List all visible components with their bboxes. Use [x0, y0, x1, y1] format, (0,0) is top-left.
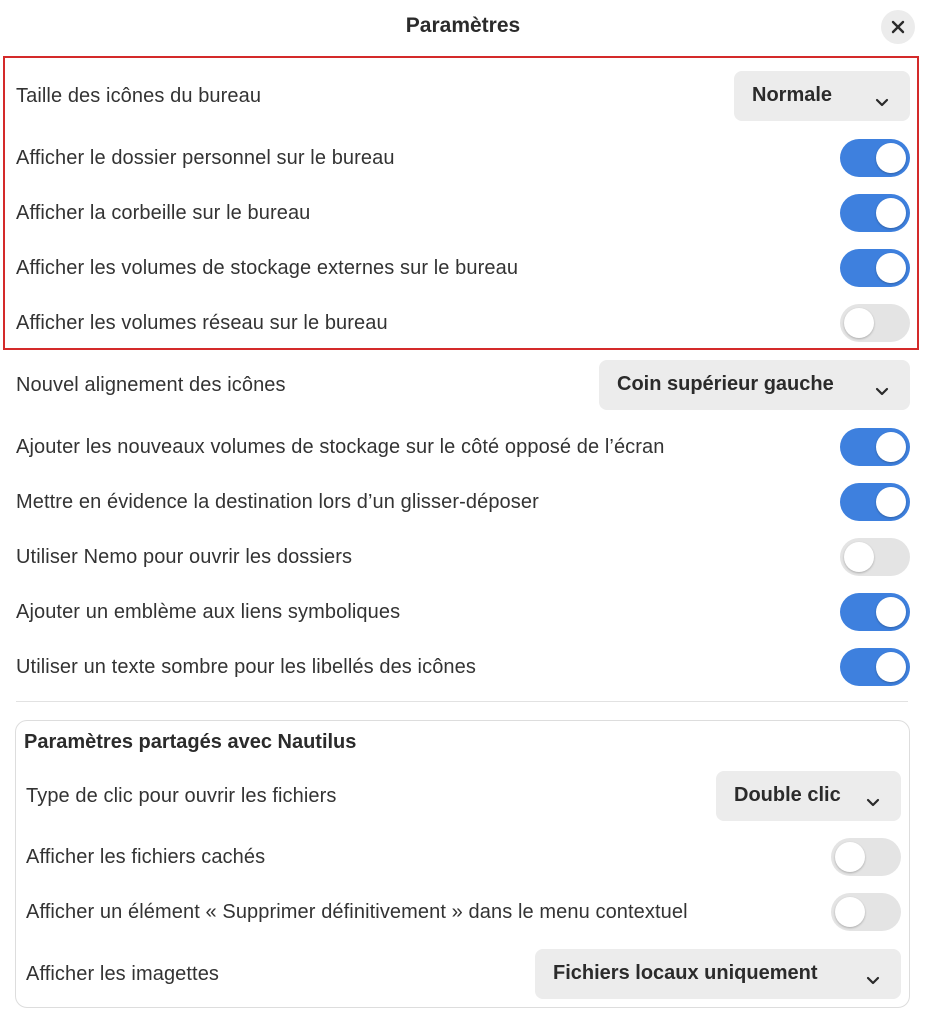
thumbnails-value: Fichiers locaux uniquement [553, 962, 818, 984]
row-show-hidden: Afficher les fichiers cachés [16, 837, 909, 877]
show-external-volumes-toggle[interactable] [840, 249, 910, 287]
row-use-nemo: Utiliser Nemo pour ouvrir les dossiers [0, 537, 926, 577]
toggle-knob [876, 597, 906, 627]
row-symlink-emblem: Ajouter un emblème aux liens symboliques [0, 592, 926, 632]
row-new-icon-alignment: Nouvel alignement des icônes Coin supéri… [0, 359, 926, 411]
show-home-toggle[interactable] [840, 139, 910, 177]
row-show-network-volumes: Afficher les volumes réseau sur le burea… [0, 303, 926, 343]
thumbnails-dropdown[interactable]: Fichiers locaux uniquement [535, 949, 901, 999]
nautilus-settings-group: Paramètres partagés avec Nautilus Type d… [15, 720, 910, 1008]
highlight-drop-label: Mettre en évidence la destination lors d… [16, 491, 539, 513]
row-show-trash: Afficher la corbeille sur le bureau [0, 193, 926, 233]
row-show-delete-permanently: Afficher un élément « Supprimer définiti… [16, 892, 909, 932]
new-icon-alignment-value: Coin supérieur gauche [617, 373, 834, 395]
toggle-knob [844, 542, 874, 572]
dark-text-toggle[interactable] [840, 648, 910, 686]
toggle-knob [876, 253, 906, 283]
row-dark-text: Utiliser un texte sombre pour les libell… [0, 647, 926, 687]
symlink-emblem-label: Ajouter un emblème aux liens symboliques [16, 601, 401, 623]
symlink-emblem-toggle[interactable] [840, 593, 910, 631]
show-network-volumes-toggle[interactable] [840, 304, 910, 342]
icon-size-label: Taille des icônes du bureau [16, 85, 262, 107]
highlight-drop-toggle[interactable] [840, 483, 910, 521]
toggle-knob [876, 143, 906, 173]
show-hidden-label: Afficher les fichiers cachés [26, 846, 266, 868]
toggle-knob [876, 487, 906, 517]
chevron-down-icon [875, 380, 889, 403]
show-external-volumes-label: Afficher les volumes de stockage externe… [16, 257, 519, 279]
row-thumbnails: Afficher les imagettes Fichiers locaux u… [16, 948, 909, 1000]
show-trash-label: Afficher la corbeille sur le bureau [16, 202, 311, 224]
row-icon-size: Taille des icônes du bureau Normale [0, 70, 926, 122]
separator [16, 701, 908, 702]
row-highlight-drop: Mettre en évidence la destination lors d… [0, 482, 926, 522]
toggle-knob [876, 198, 906, 228]
toggle-knob [876, 432, 906, 462]
chevron-down-icon [875, 91, 889, 114]
close-icon [891, 20, 905, 34]
close-button[interactable] [881, 10, 915, 44]
click-type-dropdown[interactable]: Double clic [716, 771, 901, 821]
use-nemo-label: Utiliser Nemo pour ouvrir les dossiers [16, 546, 353, 568]
toggle-knob [835, 842, 865, 872]
use-nemo-toggle[interactable] [840, 538, 910, 576]
group-title: Paramètres partagés avec Nautilus [24, 731, 357, 753]
row-show-external-volumes: Afficher les volumes de stockage externe… [0, 248, 926, 288]
show-delete-permanently-label: Afficher un élément « Supprimer définiti… [26, 901, 688, 923]
click-type-value: Double clic [734, 784, 841, 806]
chevron-down-icon [866, 791, 880, 814]
row-click-type: Type de clic pour ouvrir les fichiers Do… [16, 770, 909, 822]
thumbnails-label: Afficher les imagettes [26, 963, 220, 985]
row-add-volumes-opposite: Ajouter les nouveaux volumes de stockage… [0, 427, 926, 467]
click-type-label: Type de clic pour ouvrir les fichiers [26, 785, 337, 807]
dark-text-label: Utiliser un texte sombre pour les libell… [16, 656, 476, 678]
show-trash-toggle[interactable] [840, 194, 910, 232]
new-icon-alignment-dropdown[interactable]: Coin supérieur gauche [599, 360, 910, 410]
settings-dialog: Paramètres Taille des icônes du bureau N… [0, 0, 926, 1024]
toggle-knob [876, 652, 906, 682]
add-volumes-opposite-toggle[interactable] [840, 428, 910, 466]
icon-size-dropdown[interactable]: Normale [734, 71, 910, 121]
dialog-title: Paramètres [405, 14, 521, 37]
chevron-down-icon [866, 969, 880, 992]
toggle-knob [844, 308, 874, 338]
toggle-knob [835, 897, 865, 927]
icon-size-value: Normale [752, 84, 833, 106]
show-delete-permanently-toggle[interactable] [831, 893, 901, 931]
show-hidden-toggle[interactable] [831, 838, 901, 876]
add-volumes-opposite-label: Ajouter les nouveaux volumes de stockage… [16, 436, 665, 458]
title-bar: Paramètres [0, 0, 926, 54]
row-show-home: Afficher le dossier personnel sur le bur… [0, 138, 926, 178]
show-network-volumes-label: Afficher les volumes réseau sur le burea… [16, 312, 388, 334]
show-home-label: Afficher le dossier personnel sur le bur… [16, 147, 395, 169]
new-icon-alignment-label: Nouvel alignement des icônes [16, 374, 286, 396]
